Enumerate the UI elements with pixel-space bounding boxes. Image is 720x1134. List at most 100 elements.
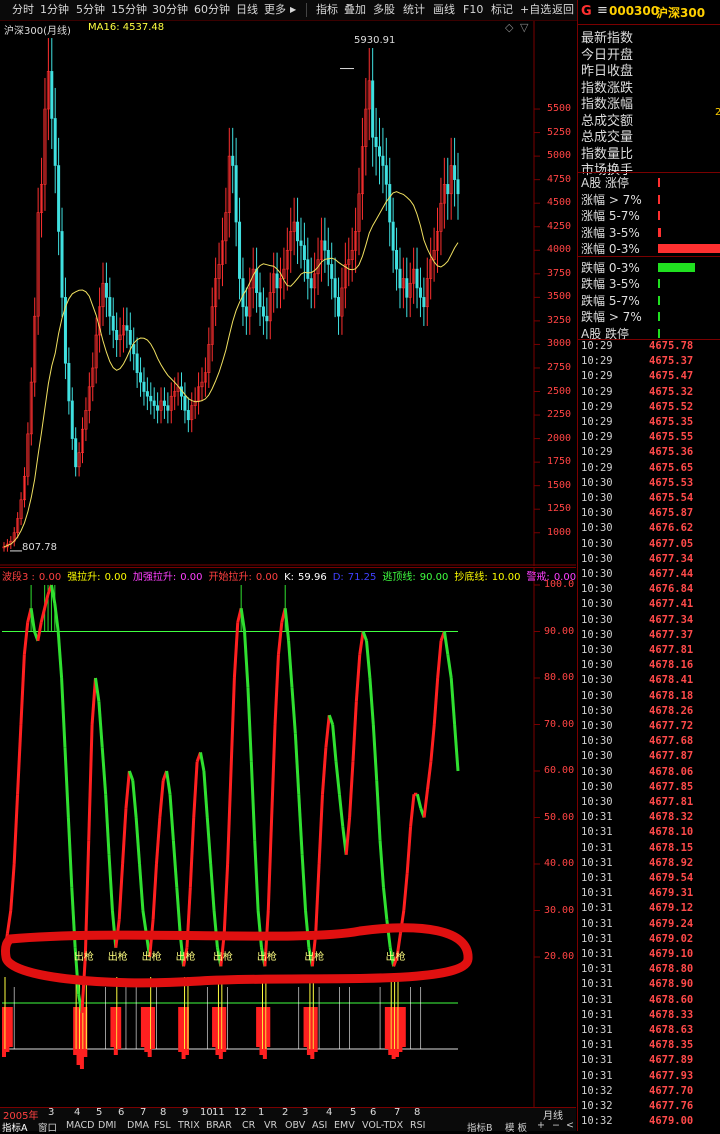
back-button[interactable]: 返回 (552, 2, 574, 18)
period-tab-daily[interactable]: 日线 (236, 2, 258, 18)
tick-price: 4675.47 (649, 370, 694, 383)
timeline-month: 12 (234, 1107, 247, 1118)
candle-body (125, 325, 129, 331)
tick-row: 10:30 4675.87 (581, 507, 693, 519)
overlay-button[interactable]: 叠加 (344, 2, 366, 18)
period-tab-60min[interactable]: 60分钟 (194, 2, 230, 18)
diamond-icon[interactable]: ◇ (505, 21, 513, 34)
signal-label: 出枪 (213, 950, 233, 963)
period-tab-more[interactable]: 更多 (264, 2, 286, 18)
candle-body (111, 315, 115, 331)
f10-button[interactable]: F10 (463, 2, 483, 18)
right-tab-1[interactable]: 模 板 (505, 1120, 527, 1134)
right-tab-2[interactable]: + (537, 1120, 545, 1131)
tick-price: 4678.10 (649, 826, 694, 839)
timeline-month: 5 (350, 1107, 357, 1118)
tick-row: 10:31 4678.92 (581, 857, 693, 869)
right-tab-0[interactable]: 指标B (467, 1120, 493, 1134)
indicator-tab-14[interactable]: RSI (410, 1120, 425, 1131)
indicator-tab-5[interactable]: FSL (154, 1120, 171, 1131)
tick-time: 10:31 (581, 932, 613, 945)
tick-row: 10:30 4677.81 (581, 644, 693, 656)
tick-time: 10:30 (581, 552, 613, 565)
tick-price: 4677.68 (649, 735, 694, 748)
param-value: 0.00 (180, 572, 203, 583)
k-line-segment (107, 854, 114, 911)
k-line-segment (409, 794, 416, 827)
param-label: D: (332, 572, 344, 583)
indicator-tab-12[interactable]: EMV (334, 1120, 355, 1131)
period-tab-5min[interactable]: 5分钟 (76, 2, 105, 18)
indicator-tab-8[interactable]: CR (242, 1120, 255, 1131)
candle-body (391, 221, 395, 251)
candle-body (50, 71, 54, 119)
more-arrow-icon[interactable]: ▶ (290, 2, 296, 18)
price-tick-label: 2250 (547, 409, 572, 421)
mark-button[interactable]: 标记 (491, 2, 513, 18)
k-line-segment (246, 687, 253, 762)
k-line-segment (90, 677, 97, 725)
indicator-tab-4[interactable]: DMA (127, 1120, 149, 1131)
k-line-segment (293, 733, 301, 795)
tick-time: 10:29 (581, 355, 613, 368)
main-price-chart[interactable]: 沪深300(月线) MA16: 4537.48 ◇ ▽ 5930.91 807.… (0, 21, 576, 566)
multi-stock-button[interactable]: 多股 (373, 2, 395, 18)
period-tab-30min[interactable]: 30分钟 (152, 2, 188, 18)
tick-time: 10:30 (581, 568, 613, 580)
draw-line-button[interactable]: 画线 (433, 2, 455, 18)
breadth-label: 涨幅 3-5% (581, 225, 640, 240)
breadth-label: A股 涨停 (581, 176, 630, 190)
right-tab-4[interactable]: < (566, 1120, 574, 1131)
candle-body (306, 259, 310, 279)
tick-row: 10:30 4675.54 (581, 492, 693, 504)
indicator-tab-3[interactable]: DMI (98, 1120, 116, 1131)
candle-body (265, 315, 269, 322)
indicator-tab-10[interactable]: OBV (285, 1120, 305, 1131)
k-line-segment (16, 724, 23, 795)
add-watchlist-button[interactable]: +自选 (520, 2, 551, 18)
tick-time: 10:30 (581, 674, 613, 687)
breadth-bar (658, 262, 696, 272)
k-line-segment (358, 631, 365, 655)
candle-body (108, 297, 112, 317)
k-line-segment (249, 761, 257, 841)
indicator-chart[interactable]: 出枪 出枪 出枪 出枪 出枪 出枪 出枪 出枪 波段3 :0.00 强拉升: 0.00 加强拉升: 0… (0, 567, 576, 1107)
candle-body (388, 184, 392, 223)
menu-icon[interactable]: ≡ (597, 3, 608, 18)
period-tab-15min[interactable]: 15分钟 (111, 2, 147, 18)
statistics-button[interactable]: 统计 (403, 2, 425, 18)
tick-time: 10:30 (581, 598, 613, 611)
tick-time: 10:30 (581, 750, 613, 763)
k-line-segment (324, 715, 331, 748)
tick-row: 10:31 4678.33 (581, 1009, 693, 1021)
period-tab-timeshare[interactable]: 分时 (12, 2, 34, 18)
timeline-month: 3 (302, 1107, 309, 1118)
indicator-tab-1[interactable]: 窗口 (38, 1120, 57, 1134)
tick-price: 4679.10 (649, 948, 694, 960)
indicator-button[interactable]: 指标 (316, 2, 338, 18)
candle-body (371, 80, 375, 138)
indicator-tab-0[interactable]: 指标A (2, 1120, 28, 1134)
tick-price: 4675.35 (649, 416, 694, 428)
dropdown-icon[interactable]: ▽ (520, 21, 528, 34)
tick-row: 10:29 4675.47 (581, 370, 693, 382)
k-line-segment (368, 677, 375, 725)
indicator-tab-2[interactable]: MACD (66, 1120, 94, 1131)
period-tab-1min[interactable]: 1分钟 (40, 2, 69, 18)
timeline-month: 6 (370, 1107, 377, 1118)
tick-row: 10:30 4678.26 (581, 704, 693, 717)
indicator-tab-13[interactable]: VOL-TDX (362, 1120, 403, 1131)
tick-time: 10:30 (581, 704, 613, 717)
k-line-segment (442, 631, 450, 655)
right-tab-3[interactable]: − (552, 1120, 560, 1131)
indicator-tab-9[interactable]: VR (264, 1120, 277, 1131)
k-line-segment (304, 910, 311, 948)
tick-row: 10:29 4675.37 (581, 355, 693, 368)
indicator-tab-7[interactable]: BRAR (206, 1120, 232, 1131)
price-tick-label: 4750 (547, 173, 572, 185)
indicator-tab-6[interactable]: TRIX (178, 1120, 200, 1131)
candle-body (381, 155, 385, 166)
candle-body (309, 278, 313, 289)
indicator-tab-11[interactable]: ASI (312, 1120, 327, 1131)
tick-time: 10:31 (581, 887, 613, 900)
